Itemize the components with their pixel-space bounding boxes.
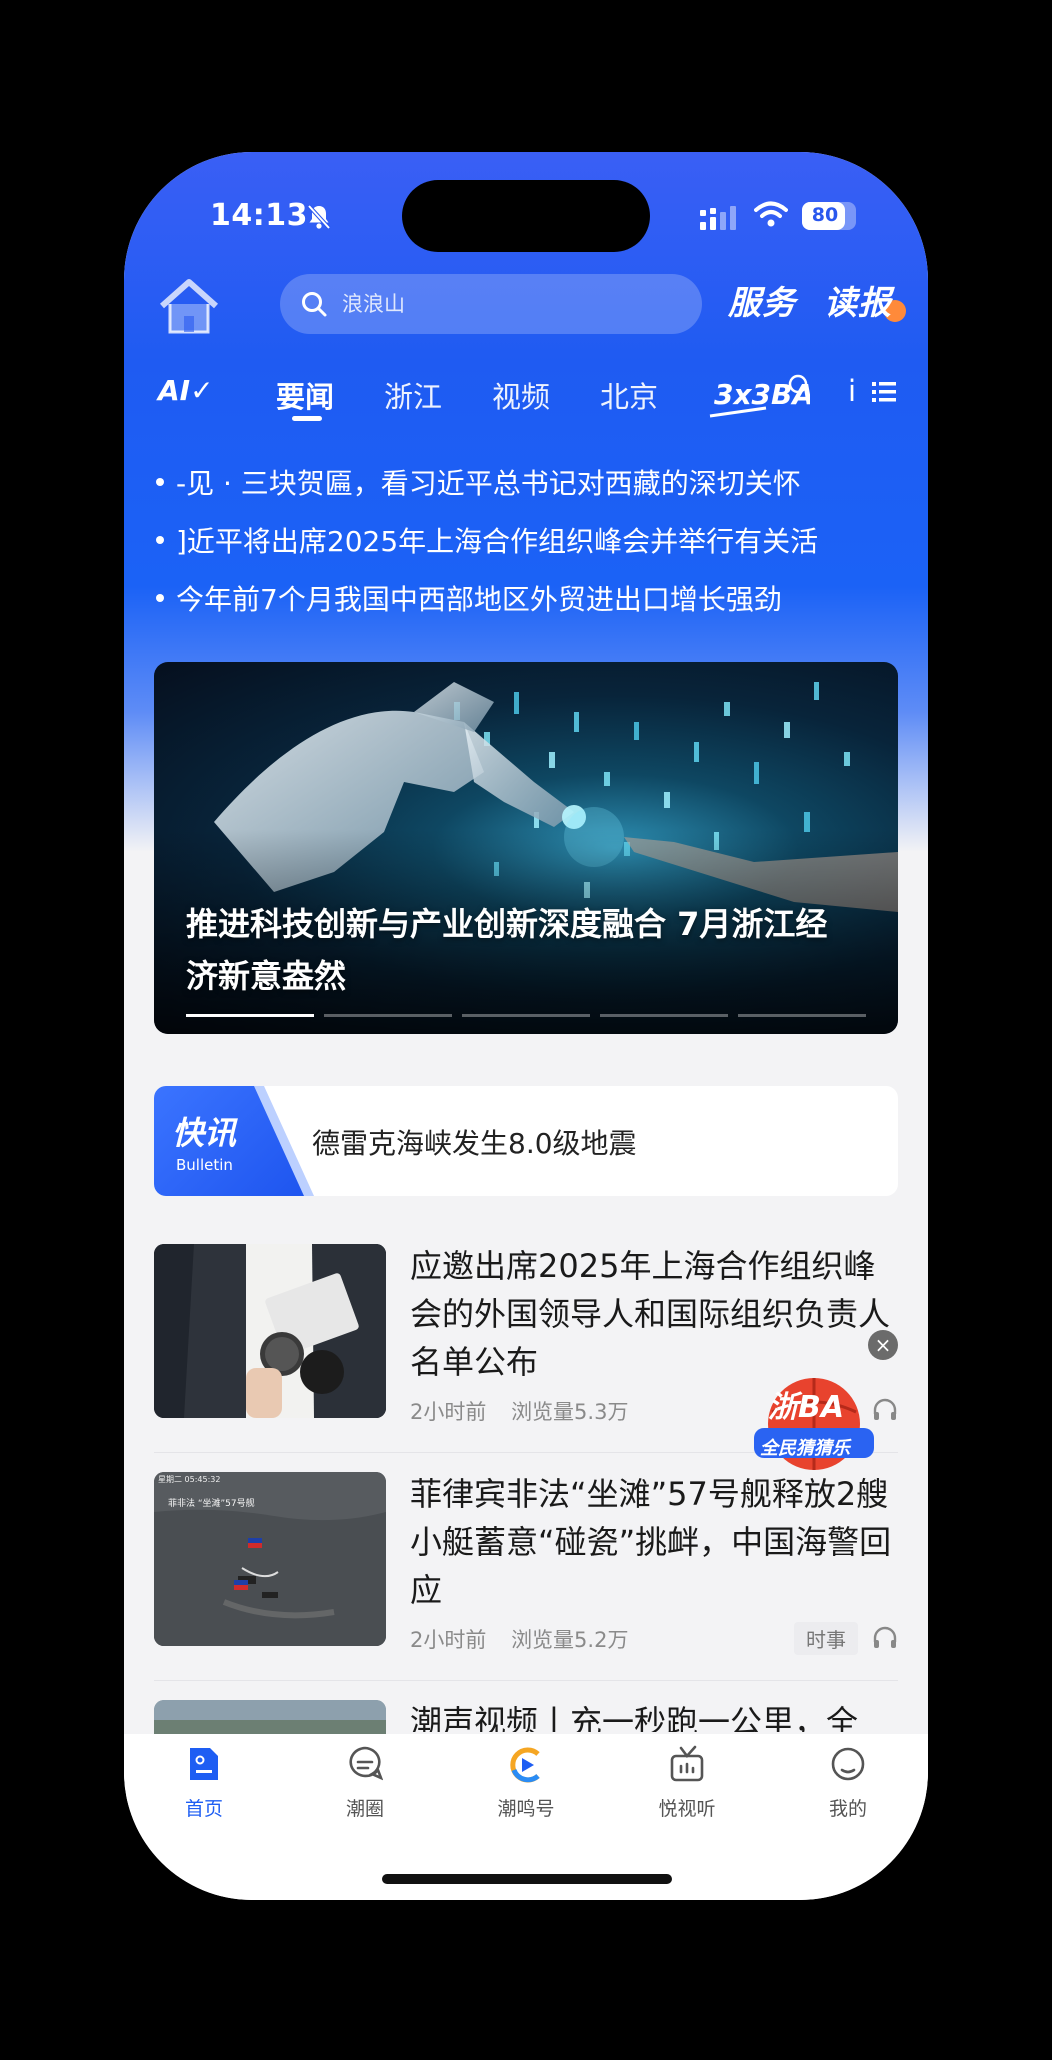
tabbar-label: 我的 (828, 1798, 867, 1820)
headline-item[interactable]: 今年前7个月我国中西部地区外贸进出口增长强劲 (124, 574, 928, 624)
search-icon (302, 292, 327, 317)
bullet-dot (156, 478, 164, 486)
carousel-title: 推进科技创新与产业创新深度融合 7月浙江经济新意盎然 (186, 905, 828, 995)
search-bar[interactable] (280, 274, 702, 334)
battery-percent: 80 (811, 204, 839, 226)
tabbar-label: 潮鸣号 (497, 1798, 555, 1820)
news-time: 2小时前 (410, 1628, 487, 1652)
headline-text: -见 · 三块贺匾，看习近平总书记对西藏的深切关怀 (176, 467, 801, 500)
news-title[interactable]: 菲律宾非法“坐滩”57号舰释放2艘小艇蓄意“碰瓷”挑衅，中国海警回应 (410, 1470, 900, 1614)
news-thumbnail[interactable] (154, 1244, 386, 1418)
news-views: 浏览量5.3万 (511, 1400, 629, 1424)
zhe-ba-logo-text: 3x3BA (714, 378, 810, 411)
service-button[interactable]: 服务 (728, 276, 796, 324)
zhe-ba-logo-tab[interactable]: 3x3BA (706, 364, 810, 420)
carousel-dot[interactable] (738, 1014, 866, 1017)
news-tag[interactable]: 时事 (794, 1622, 858, 1655)
featured-carousel[interactable]: 推进科技创新与产业创新深度融合 7月浙江经济新意盎然 (154, 662, 898, 1034)
active-tab-underline (292, 416, 322, 421)
divider (154, 1680, 898, 1681)
dynamic-island (402, 180, 650, 252)
bulletin-label-en: Bulletin (176, 1156, 233, 1174)
read-paper-button[interactable]: 读报 (824, 276, 892, 324)
tabbar-circle[interactable]: 潮圈 (305, 1744, 425, 1824)
zhe-ba-float-ad[interactable]: 浙BA 全民猜猜乐 (752, 1372, 876, 1476)
close-float-ad-button[interactable]: × (868, 1330, 898, 1360)
press-conference-image (154, 1244, 386, 1418)
status-bar: 14:13 80 (124, 152, 928, 272)
headphones-icon[interactable] (872, 1626, 898, 1650)
carousel-dot[interactable] (186, 1014, 314, 1017)
status-time: 14:13 (210, 198, 308, 233)
news-title[interactable]: 应邀出席2025年上海合作组织峰会的外国领导人和国际组织负责人名单公布 (410, 1242, 900, 1386)
tabbar-label: 首页 (184, 1798, 223, 1820)
carousel-dot[interactable] (324, 1014, 452, 1017)
tabbar-chaoming[interactable]: 潮鸣号 (466, 1744, 586, 1824)
tab-beijing[interactable]: 北京 (600, 374, 658, 416)
thumb-time: 星期二 05:45:32 (158, 1475, 220, 1484)
tabbar-mine[interactable]: 我的 (788, 1744, 908, 1824)
carousel-indicators (186, 1014, 866, 1018)
battery-indicator: 80 (802, 202, 856, 230)
tab-headlines[interactable]: 要闻 (276, 374, 334, 416)
tabbar-label: 潮圈 (345, 1798, 384, 1820)
channel-menu-icon[interactable] (872, 382, 896, 402)
news-time: 2小时前 (410, 1400, 487, 1424)
tab-ai-label: AI (158, 374, 191, 407)
news-thumbnail[interactable]: 星期二 05:45:32 菲非法 “坐滩”57号舰 (154, 1472, 386, 1646)
carousel-dot[interactable] (600, 1014, 728, 1017)
headline-text: 今年前7个月我国中西部地区外贸进出口增长强劲 (176, 583, 782, 616)
tab-ai[interactable]: AI✓ (158, 374, 214, 407)
home-doc-icon (190, 1748, 218, 1780)
chaoming-logo-icon (510, 1747, 540, 1783)
tab-video[interactable]: 视频 (492, 374, 550, 416)
tabbar-label: 悦视听 (658, 1798, 716, 1820)
chat-bubble-icon (349, 1746, 383, 1781)
wifi-icon (754, 201, 788, 227)
search-input[interactable] (342, 284, 682, 324)
home-indicator[interactable] (382, 1874, 672, 1884)
news-views: 浏览量5.2万 (511, 1628, 629, 1652)
news-meta: 2小时前 浏览量5.3万 (410, 1396, 628, 1426)
mute-bell-icon (307, 204, 331, 230)
tab-more-partial[interactable]: i (848, 374, 856, 408)
cellular-signal-icon (700, 206, 736, 230)
float-ad-title: 浙BA (768, 1390, 845, 1425)
coast-guard-image: 星期二 05:45:32 菲非法 “坐滩”57号舰 (154, 1472, 386, 1646)
profile-icon (831, 1747, 865, 1781)
bulletin-label-cn: 快讯 (172, 1114, 237, 1152)
headline-item[interactable]: -见 · 三块贺匾，看习近平总书记对西藏的深切关怀 (124, 458, 928, 508)
tabbar-av[interactable]: 悦视听 (627, 1744, 747, 1824)
news-title[interactable]: 潮声视频丨充一秒跑一公里，全 (410, 1698, 900, 1732)
news-meta: 2小时前 浏览量5.2万 (410, 1624, 628, 1654)
tabbar-home[interactable]: 首页 (144, 1744, 264, 1824)
bulletin-text: 德雷克海峡发生8.0级地震 (312, 1127, 637, 1160)
headline-item[interactable]: ]近平将出席2025年上海合作组织峰会并举行有关活 (124, 516, 928, 566)
thumb-caption: 菲非法 “坐滩”57号舰 (168, 1497, 255, 1509)
tab-zhejiang[interactable]: 浙江 (384, 374, 442, 416)
carousel-dot[interactable] (462, 1014, 590, 1017)
bulletin-card[interactable]: 快讯 Bulletin 德雷克海峡发生8.0级地震 (154, 1086, 898, 1196)
float-ad-subtitle: 全民猜猜乐 (760, 1438, 850, 1459)
home-icon[interactable] (156, 276, 222, 338)
bullet-dot (156, 536, 164, 544)
phone-screen: 14:13 80 浪浪山 服务 读报 AI✓ 要闻 浙江 视频 北京 3x3BA… (124, 152, 928, 1900)
tv-icon (670, 1745, 704, 1782)
headline-text: ]近平将出席2025年上海合作组织峰会并举行有关活 (176, 525, 819, 558)
bullet-dot (156, 594, 164, 602)
